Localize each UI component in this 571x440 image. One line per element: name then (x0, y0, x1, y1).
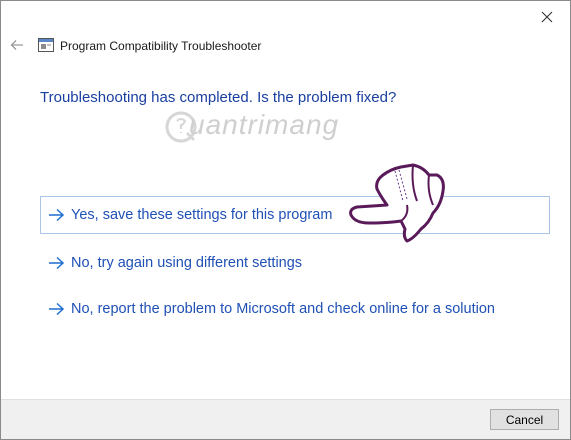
option-yes-save-settings[interactable]: Yes, save these settings for this progra… (40, 196, 550, 234)
pointing-hand-icon (349, 163, 445, 243)
close-icon (541, 11, 553, 22)
footer-bar: Cancel (1, 399, 570, 439)
arrow-right-icon (49, 302, 65, 316)
window-title: Program Compatibility Troubleshooter (60, 39, 262, 53)
back-button[interactable] (7, 35, 27, 55)
option-label: Yes, save these settings for this progra… (71, 207, 333, 223)
watermark: uantrimang (163, 107, 393, 147)
watermark-text: uantrimang (189, 109, 340, 140)
arrow-right-icon (49, 256, 65, 270)
arrow-right-icon (49, 208, 65, 222)
option-label: No, try again using different settings (71, 255, 303, 271)
troubleshooter-icon (38, 38, 54, 52)
troubleshooter-window: Program Compatibility Troubleshooter Tro… (0, 0, 571, 440)
back-arrow-icon (10, 40, 23, 50)
option-label: No, report the problem to Microsoft and … (71, 301, 495, 317)
option-no-try-again[interactable]: No, try again using different settings (40, 244, 550, 282)
close-button[interactable] (524, 1, 570, 32)
option-report-problem[interactable]: No, report the problem to Microsoft and … (40, 290, 550, 328)
cancel-button[interactable]: Cancel (490, 409, 559, 430)
page-heading: Troubleshooting has completed. Is the pr… (40, 89, 397, 106)
